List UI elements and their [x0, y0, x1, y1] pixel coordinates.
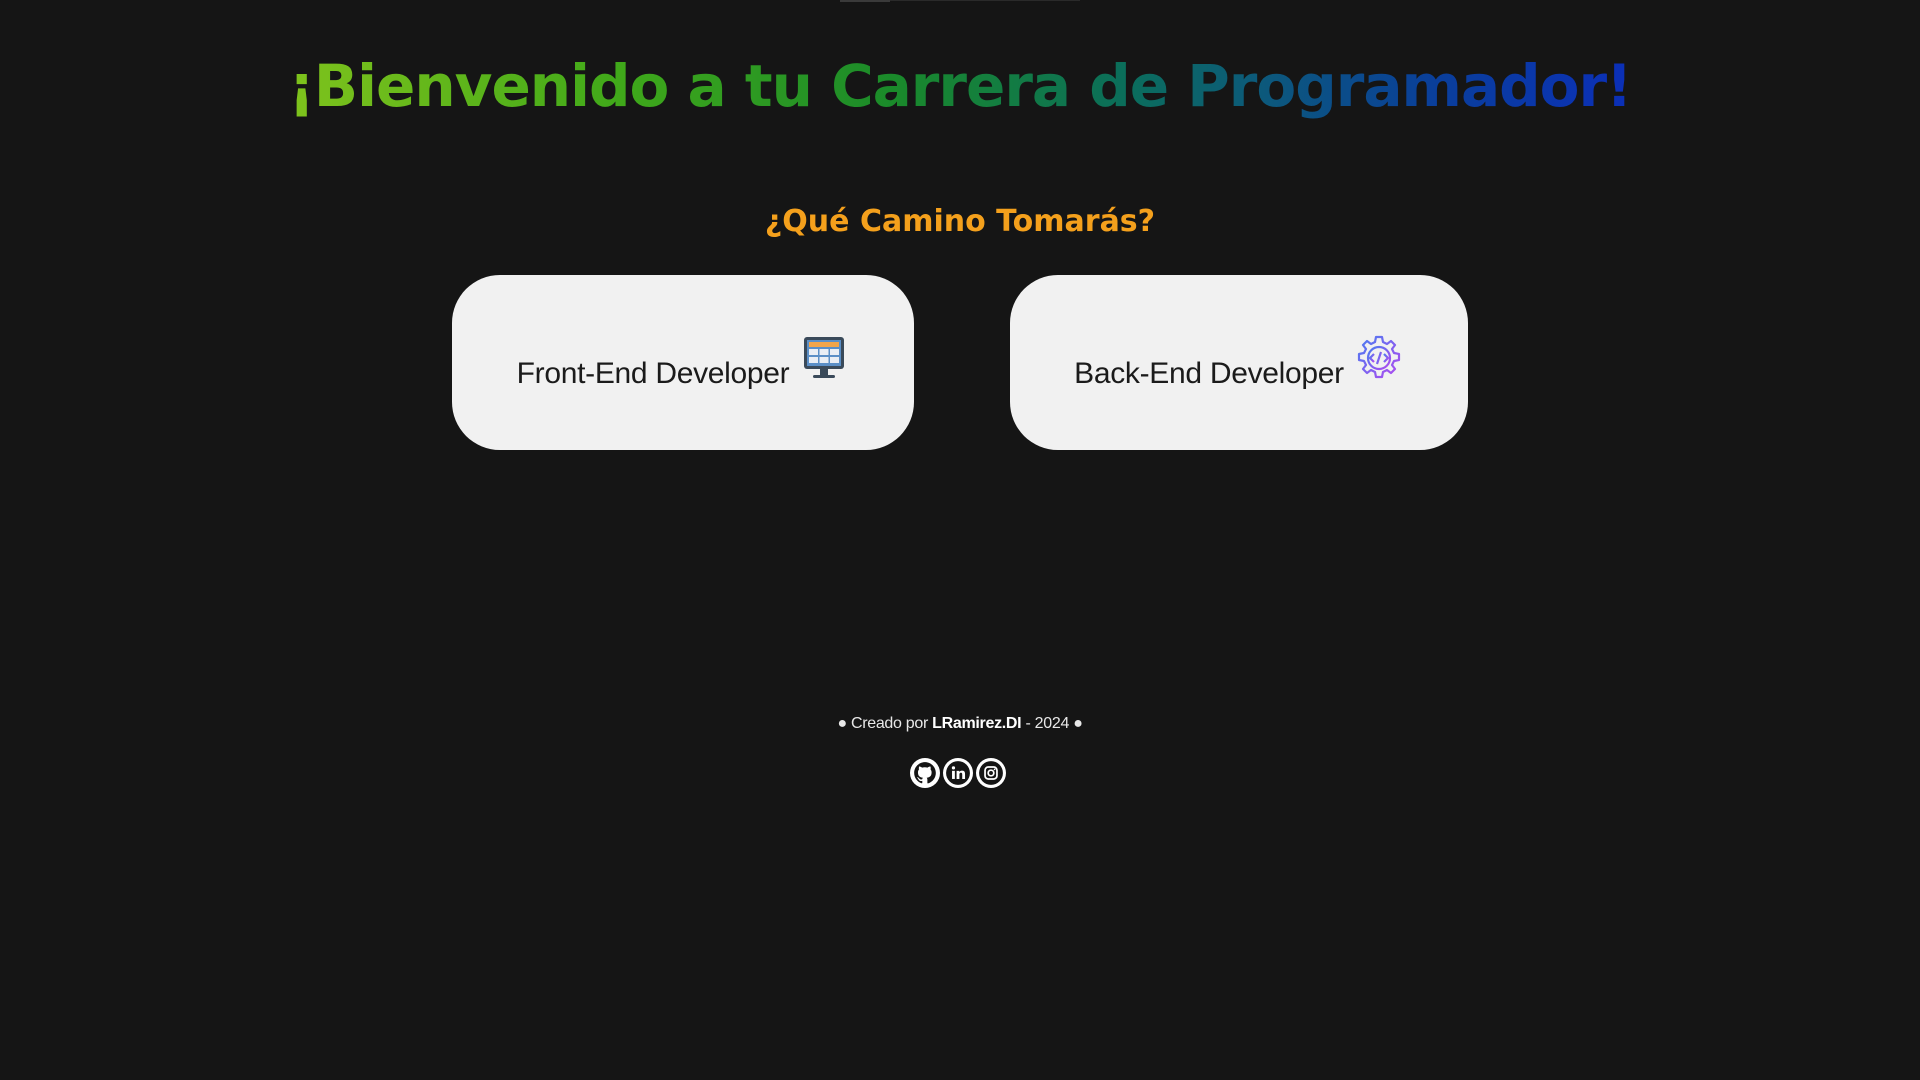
- page-title-text: ¡Bienvenido a tu Carrera de Programador!: [288, 52, 1632, 120]
- page-subtitle: ¿Qué Camino Tomarás?: [764, 204, 1156, 239]
- back-end-path-label: Back-End Developer: [1074, 356, 1344, 390]
- instagram-icon: [979, 761, 1003, 785]
- github-link[interactable]: [910, 758, 940, 788]
- footer-prefix: ● Creado por: [837, 715, 928, 732]
- footer-suffix: - 2024 ●: [1025, 715, 1083, 732]
- social-links: [910, 758, 1006, 788]
- github-icon: [914, 762, 936, 784]
- author-link[interactable]: LRamirez.DI: [932, 715, 1021, 732]
- front-end-path-label: Front-End Developer: [516, 356, 790, 390]
- instagram-link[interactable]: [976, 758, 1006, 788]
- divider: [890, 0, 1080, 1]
- monitor-icon: [799, 333, 849, 383]
- linkedin-link[interactable]: [943, 758, 973, 788]
- front-end-path-button[interactable]: Front-End Developer: [452, 275, 914, 450]
- back-end-path-button[interactable]: Back-End Developer: [1010, 275, 1468, 450]
- scroll-indicator: [840, 0, 890, 2]
- linkedin-icon: [946, 761, 970, 785]
- code-gear-icon: [1354, 333, 1404, 383]
- page-title: ¡Bienvenido a tu Carrera de Programador!: [0, 48, 1920, 124]
- page: ¡Bienvenido a tu Carrera de Programador!…: [0, 0, 1920, 1080]
- footer-credit: ● Creado por LRamirez.DI - 2024 ●: [0, 715, 1920, 733]
